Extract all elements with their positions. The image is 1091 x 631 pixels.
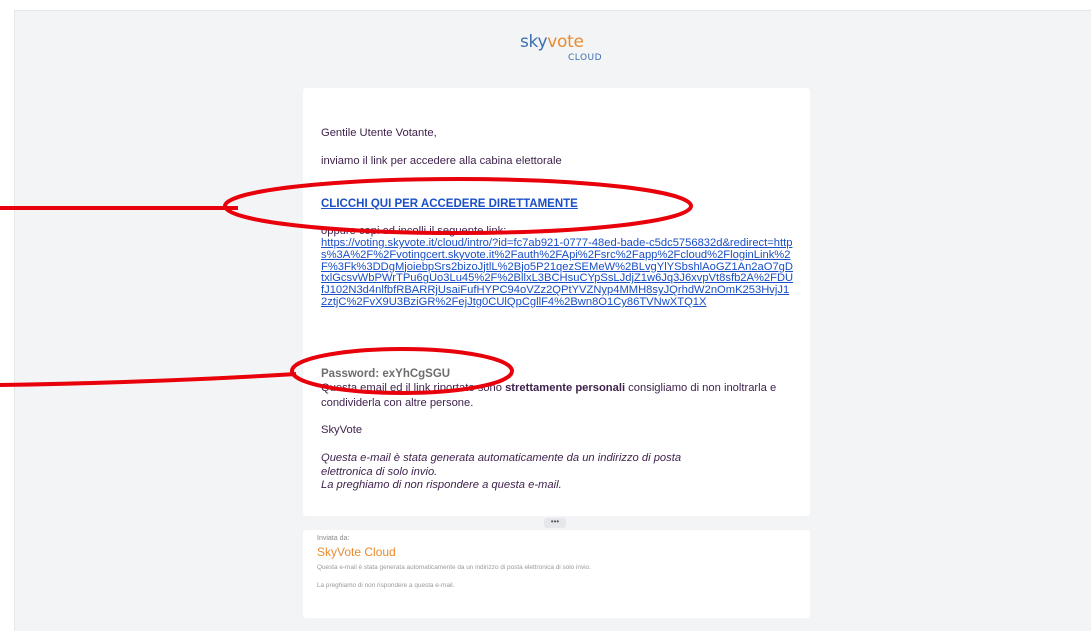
notice-emphasis: strettamente personali [505, 382, 626, 394]
auto-generated-note: Questa e-mail è stata generata automatic… [321, 452, 791, 493]
logo-cloud-label: CLOUD [568, 53, 603, 63]
email-footer: Inviata da: SkyVote Cloud Questa e-mail … [303, 530, 810, 618]
sent-by-label: Inviata da: [317, 535, 350, 542]
password-text: Password: exYhCgSGU [321, 368, 451, 380]
auto-note-line-1: Questa e-mail è stata generata automatic… [321, 452, 682, 464]
logo-wordmark: skyvote [520, 32, 584, 52]
greeting-text: Gentile Utente Votante, [321, 127, 437, 139]
auto-note-line-2: elettronica di solo invio. [321, 465, 438, 478]
privacy-notice: Questa email ed il link riportato sono s… [321, 381, 807, 411]
voting-url-link[interactable]: https://voting.skyvote.it/cloud/intro/?i… [321, 237, 795, 309]
signature-text: SkyVote [321, 424, 363, 436]
notice-text: Questa email ed il link riportato sono [321, 382, 506, 394]
access-link[interactable]: CLICCHI QUI PER ACCEDERE DIRETTAMENTE [321, 198, 578, 210]
skyvote-cloud-logo: skyvote CLOUD [516, 28, 606, 68]
footer-line-2: La preghiamo di non rispondere a questa … [317, 582, 455, 589]
auto-note-line-3: La preghiamo di non rispondere a questa … [321, 479, 562, 491]
show-more-button[interactable]: ••• [544, 518, 566, 528]
alt-link-text: oppure copi ed incolli il seguente link: [321, 225, 507, 237]
footer-line-1: Questa e-mail è stata generata automatic… [317, 564, 591, 571]
sender-name: SkyVote Cloud [317, 545, 396, 559]
intro-text: inviamo il link per accedere alla cabina… [321, 155, 562, 167]
